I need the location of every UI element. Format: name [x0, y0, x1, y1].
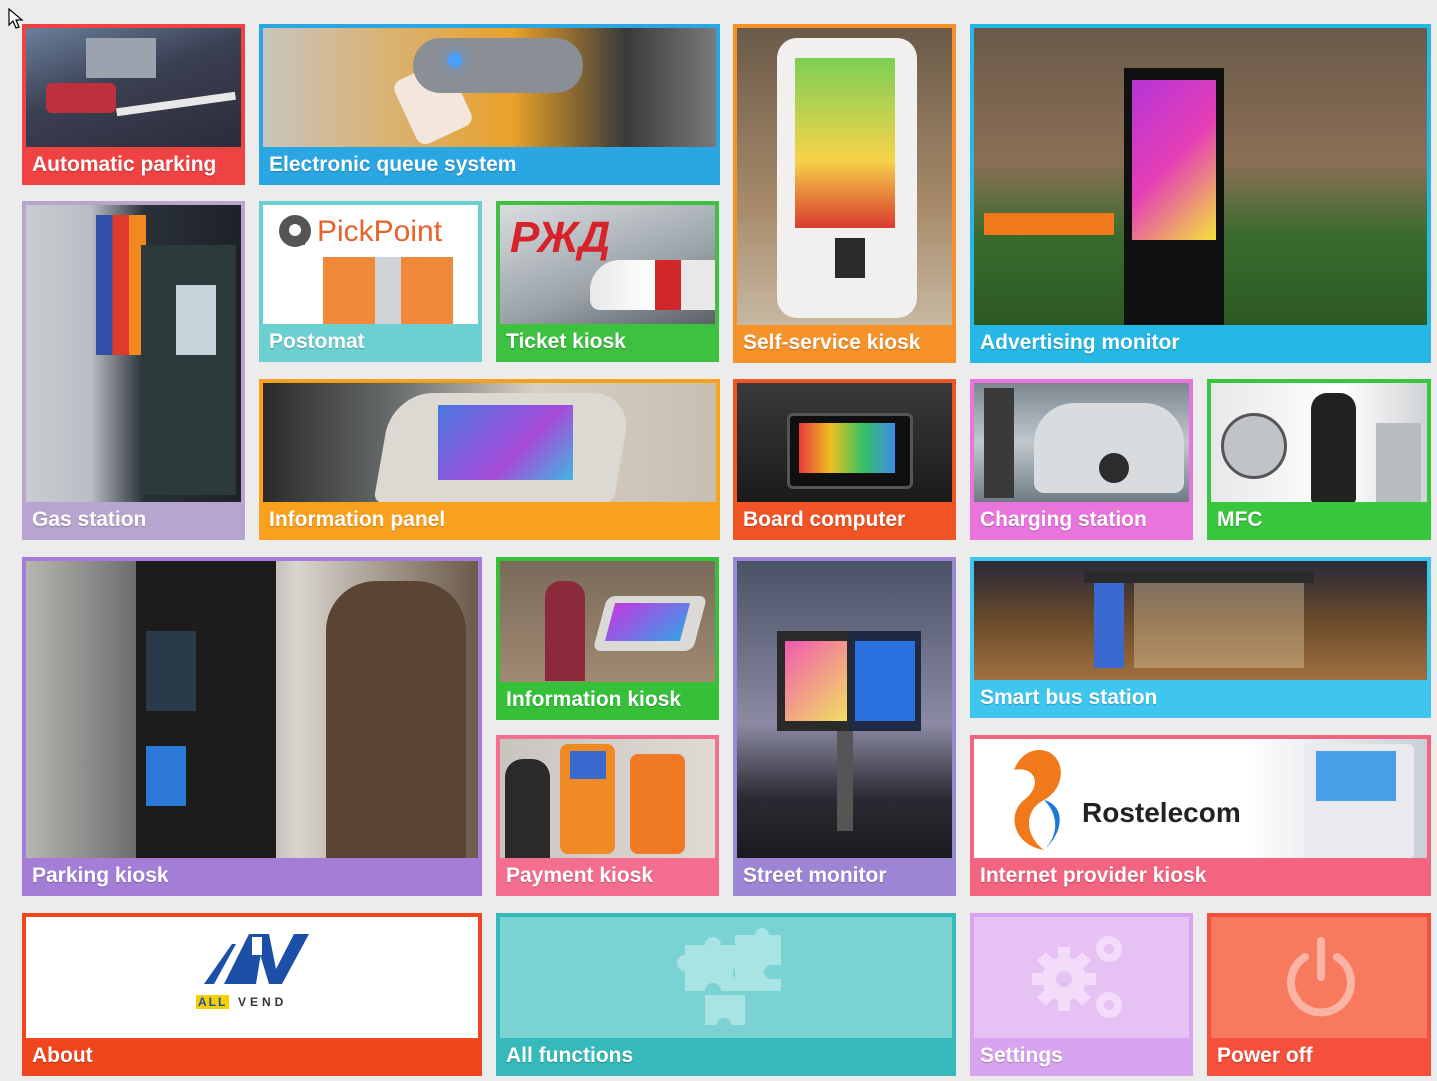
- tile-label: Board computer: [743, 508, 906, 531]
- rzd-logo-text: РЖД: [510, 213, 611, 262]
- internet-provider-kiosk-photo: Rostelecom: [974, 739, 1427, 858]
- ticket-kiosk-photo: РЖД: [500, 205, 715, 324]
- tile-mfc[interactable]: MFC: [1207, 379, 1431, 540]
- automatic-parking-photo: [26, 28, 241, 147]
- advertising-monitor-photo: [974, 28, 1427, 325]
- all-functions-panel: [500, 917, 952, 1038]
- tile-label: Smart bus station: [980, 686, 1158, 709]
- smart-bus-station-photo: [974, 561, 1427, 680]
- allvend-logo-icon: [204, 934, 309, 984]
- information-kiosk-photo: [500, 561, 715, 682]
- rostelecom-logo-text: Rostelecom: [1082, 797, 1241, 828]
- allvend-logo-text: VEND: [238, 995, 288, 1009]
- tile-label: Automatic parking: [32, 153, 217, 176]
- tile-label: Settings: [980, 1044, 1063, 1067]
- self-service-kiosk-photo: [737, 28, 952, 325]
- tile-label: Postomat: [269, 330, 365, 353]
- tile-automatic-parking[interactable]: Automatic parking: [22, 24, 245, 185]
- tile-information-panel[interactable]: Information panel: [259, 379, 720, 540]
- puzzle-icon: [677, 928, 781, 1025]
- board-computer-photo: [737, 383, 952, 502]
- tile-label: Ticket kiosk: [506, 330, 626, 353]
- pickpoint-logo-text: PickPoint: [317, 215, 443, 248]
- tile-label: Charging station: [980, 508, 1147, 531]
- tile-street-monitor[interactable]: Street monitor: [733, 557, 956, 896]
- tile-power-off[interactable]: Power off: [1207, 913, 1431, 1076]
- tile-board-computer[interactable]: Board computer: [733, 379, 956, 540]
- mfc-photo: [1211, 383, 1427, 502]
- gears-icon: [1032, 936, 1122, 1018]
- tile-label: Information kiosk: [506, 688, 682, 711]
- power-icon: [1287, 937, 1355, 1017]
- postomat-photo: PickPoint: [263, 205, 478, 324]
- settings-panel: [974, 917, 1189, 1038]
- tile-label: Gas station: [32, 508, 147, 531]
- about-panel: ALL VEND: [26, 917, 478, 1038]
- power-off-panel: [1211, 917, 1427, 1038]
- tile-label: Electronic queue system: [269, 153, 517, 176]
- information-panel-photo: [263, 383, 716, 502]
- tile-gas-station[interactable]: Gas station: [22, 201, 245, 540]
- parking-kiosk-photo: [26, 561, 478, 858]
- allvend-logo-highlight: ALL: [196, 995, 230, 1009]
- tile-postomat[interactable]: PickPoint Postomat: [259, 201, 482, 362]
- tile-information-kiosk[interactable]: Information kiosk: [496, 557, 719, 720]
- tile-about[interactable]: ALL VEND About: [22, 913, 482, 1076]
- tile-label: Self-service kiosk: [743, 331, 921, 354]
- tile-label: Internet provider kiosk: [980, 864, 1207, 887]
- tile-all-functions[interactable]: All functions: [496, 913, 956, 1076]
- tile-label: Information panel: [269, 508, 446, 531]
- tile-advertising-monitor[interactable]: Advertising monitor: [970, 24, 1431, 363]
- tile-label: About: [32, 1044, 93, 1067]
- tile-label: MFC: [1217, 508, 1263, 531]
- tile-internet-provider-kiosk[interactable]: Rostelecom Internet provider kiosk: [970, 735, 1431, 896]
- payment-kiosk-photo: [500, 739, 715, 858]
- tile-ticket-kiosk[interactable]: РЖД Ticket kiosk: [496, 201, 719, 362]
- tile-payment-kiosk[interactable]: Payment kiosk: [496, 735, 719, 896]
- street-monitor-photo: [737, 561, 952, 858]
- tile-label: Street monitor: [743, 864, 887, 887]
- tile-settings[interactable]: Settings: [970, 913, 1193, 1076]
- tile-electronic-queue[interactable]: Electronic queue system: [259, 24, 720, 185]
- tile-charging-station[interactable]: Charging station: [970, 379, 1193, 540]
- tile-parking-kiosk[interactable]: Parking kiosk: [22, 557, 482, 896]
- tile-smart-bus-station[interactable]: Smart bus station: [970, 557, 1431, 718]
- tile-label: Advertising monitor: [980, 331, 1180, 354]
- gas-station-photo: [26, 205, 241, 502]
- electronic-queue-photo: [263, 28, 716, 147]
- pickpoint-logo-icon: [279, 215, 311, 247]
- rostelecom-logo-icon: [1014, 750, 1061, 850]
- tile-self-service-kiosk[interactable]: Self-service kiosk: [733, 24, 956, 363]
- tile-label: Parking kiosk: [32, 864, 169, 887]
- tile-label: All functions: [506, 1044, 634, 1067]
- tile-label: Power off: [1217, 1044, 1313, 1067]
- tile-label: Payment kiosk: [506, 864, 654, 887]
- charging-station-photo: [974, 383, 1189, 502]
